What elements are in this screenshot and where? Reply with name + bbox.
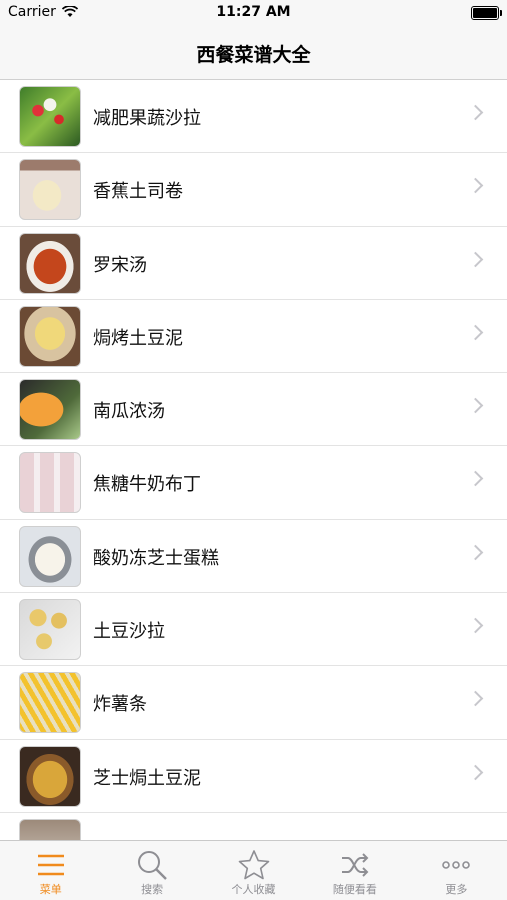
- recipe-thumbnail: [19, 232, 81, 294]
- recipe-name: 南瓜浓汤: [93, 401, 165, 423]
- recipe-name: 香蕉土司卷: [93, 181, 183, 203]
- list-item[interactable]: 芝士焗土豆泥: [0, 740, 507, 813]
- recipe-thumbnail: [19, 159, 81, 221]
- tab-label: 随便看看: [332, 883, 377, 896]
- recipe-name: 芝士焗土豆泥: [93, 767, 201, 789]
- recipe-thumbnail: [19, 525, 81, 587]
- chevron-right-icon: [467, 617, 484, 634]
- chevron-right-icon: [467, 471, 484, 487]
- recipe-thumbnail: [19, 672, 81, 734]
- list-item[interactable]: 土豆沙拉: [0, 593, 507, 667]
- tab-favorites[interactable]: 个人收藏: [203, 841, 304, 900]
- tab-label: 个人收藏: [231, 883, 276, 896]
- tab-label: 搜索: [141, 883, 164, 896]
- list-item[interactable]: 罗宋汤: [0, 227, 507, 300]
- recipe-name: 焦糖牛奶布丁: [93, 474, 201, 496]
- recipe-thumbnail: [19, 745, 81, 807]
- more-icon: [442, 861, 471, 869]
- tab-bar: 菜单 搜索 个人收藏 随便看看 更多: [0, 840, 507, 900]
- recipe-name: 减肥果蔬沙拉: [93, 108, 201, 129]
- list-item[interactable]: [0, 813, 507, 840]
- list-item[interactable]: 南瓜浓汤: [0, 373, 507, 447]
- recipe-name: 焗烤土豆泥: [93, 327, 183, 349]
- list-item[interactable]: 酸奶冻芝士蛋糕: [0, 520, 507, 594]
- recipe-name: 炸薯条: [93, 694, 147, 716]
- chevron-right-icon: [467, 178, 484, 194]
- list-item[interactable]: 焗烤土豆泥: [0, 300, 507, 374]
- list-item[interactable]: 香蕉土司卷: [0, 153, 507, 227]
- recipe-thumbnail: [19, 86, 81, 147]
- tab-search[interactable]: 搜索: [101, 841, 202, 900]
- chevron-right-icon: [467, 104, 484, 121]
- tab-more[interactable]: 更多: [406, 841, 507, 900]
- tab-label: 菜单: [39, 883, 62, 896]
- recipe-list[interactable]: 减肥果蔬沙拉 香蕉土司卷罗宋汤焗烤土豆泥南瓜浓汤焦糖牛奶布丁 酸奶冻芝士蛋糕 土豆沙拉…: [0, 80, 507, 840]
- chevron-right-icon: [467, 397, 484, 414]
- recipe-name: 土豆沙拉: [93, 621, 165, 643]
- tab-shuffle[interactable]: 随便看看: [304, 841, 405, 900]
- chevron-right-icon: [467, 251, 484, 267]
- status-bar: Carrier 11:27 AM: [0, 0, 507, 28]
- chevron-right-icon: [467, 544, 484, 561]
- list-item[interactable]: 减肥果蔬沙拉: [0, 80, 507, 154]
- recipe-thumbnail: [19, 599, 81, 661]
- recipe-name: 酸奶冻芝士蛋糕: [93, 547, 219, 569]
- chevron-right-icon: [467, 764, 484, 780]
- chevron-right-icon: [467, 691, 484, 707]
- menu-icon: [37, 854, 64, 876]
- recipe-thumbnail: [19, 305, 81, 367]
- recipe-thumbnail: [19, 379, 81, 441]
- shuffle-icon: [341, 853, 369, 877]
- navigation-bar: 西餐菜谱大全: [0, 28, 507, 80]
- tab-label: 更多: [445, 883, 468, 896]
- recipe-thumbnail: [19, 818, 81, 840]
- chevron-right-icon: [467, 324, 484, 341]
- battery-icon: [471, 6, 502, 20]
- status-time: 11:27 AM: [216, 4, 291, 20]
- list-item[interactable]: 炸薯条: [0, 666, 507, 740]
- star-icon: [238, 850, 269, 880]
- page-title: 西餐菜谱大全: [196, 44, 311, 66]
- list-item[interactable]: 焦糖牛奶布丁: [0, 446, 507, 520]
- tab-menu[interactable]: 菜单: [0, 841, 101, 900]
- recipe-thumbnail: [19, 452, 81, 514]
- recipe-name: 罗宋汤: [93, 254, 147, 276]
- search-icon: [138, 851, 167, 880]
